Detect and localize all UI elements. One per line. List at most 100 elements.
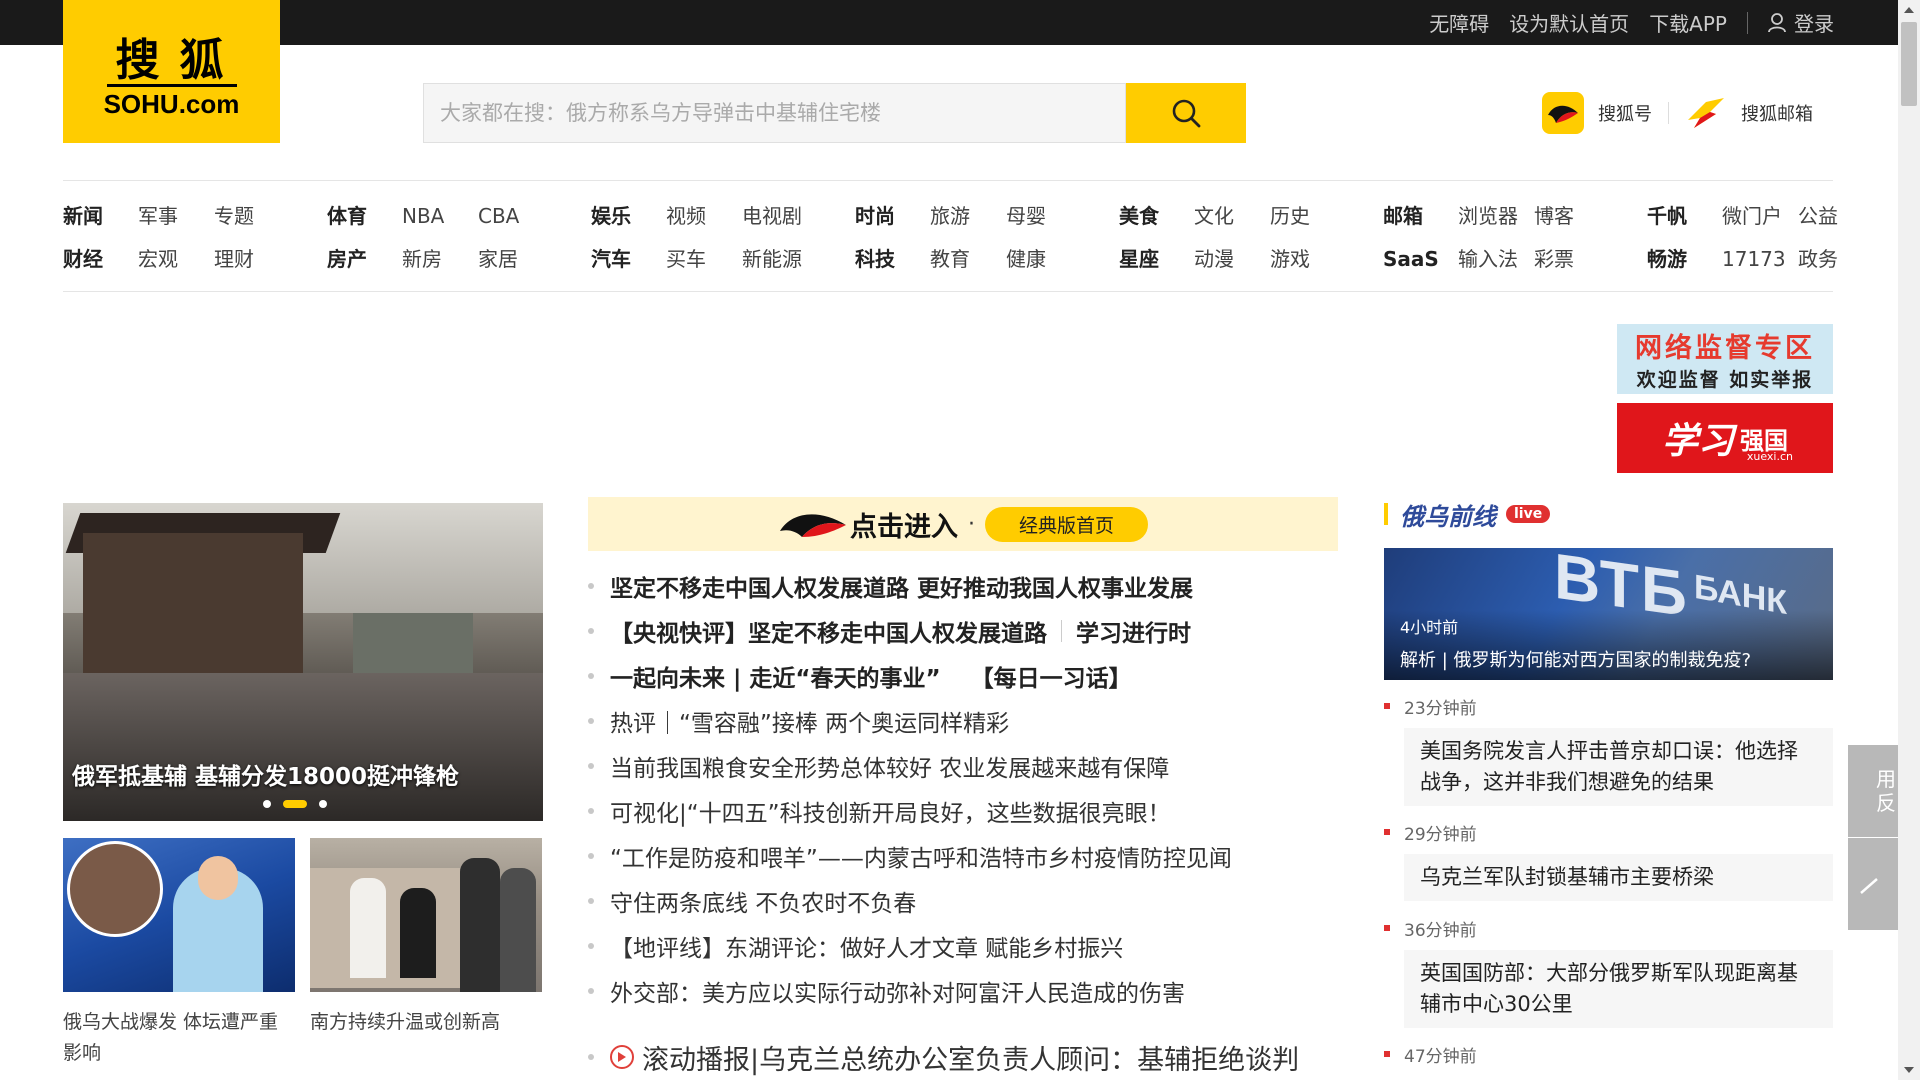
headline-link[interactable]: 热评｜“雪容融”接棒 两个奥运同样精彩: [610, 704, 1009, 738]
headline-link[interactable]: 【地评线】东湖评论：做好人才文章 赋能乡村振兴: [610, 929, 1123, 963]
timeline-card[interactable]: 乌克兰军队封锁基辅市主要桥梁: [1404, 854, 1833, 901]
nav-link[interactable]: 科技: [855, 240, 930, 283]
nav-link[interactable]: 专题: [214, 197, 294, 240]
back-to-top-button[interactable]: [1848, 838, 1898, 930]
nav-link[interactable]: 体育: [327, 197, 402, 240]
rolling-news[interactable]: 滚动播报|乌克兰总统办公室负责人顾问：基辅拒绝谈判: [588, 1035, 1299, 1079]
nav-link[interactable]: 微门户: [1722, 197, 1798, 240]
nav-link[interactable]: 理财: [214, 240, 294, 283]
headline-item: 热评｜“雪容融”接棒 两个奥运同样精彩: [588, 698, 1348, 743]
carousel-dot-active[interactable]: [283, 800, 307, 808]
xuexi-logo-text: 学习: [1661, 420, 1734, 462]
headline-item: 一起向未来 | 走近“春天的事业” 【每日一习话】: [588, 653, 1348, 698]
nav-link[interactable]: 旅游: [930, 197, 1006, 240]
nav-link[interactable]: 时尚: [855, 197, 930, 240]
headline-link[interactable]: 守住两条底线 不负农时不负春: [610, 884, 916, 918]
headline-list: 坚定不移走中国人权发展道路 更好推动我国人权事业发展 【央视快评】坚定不移走中国人…: [588, 563, 1348, 1013]
accessibility-link[interactable]: 无障碍: [1429, 8, 1489, 37]
nav-link[interactable]: 娱乐: [591, 197, 666, 240]
nav-link[interactable]: 电视剧: [742, 197, 822, 240]
headline-link[interactable]: 【每日一习话】: [971, 659, 1132, 693]
sohu-bird-icon: [779, 514, 846, 537]
nav-link[interactable]: 视频: [666, 197, 742, 240]
nav-link[interactable]: 新能源: [742, 240, 822, 283]
nav-link[interactable]: 母婴: [1006, 197, 1086, 240]
nav-link[interactable]: 财经: [63, 240, 138, 283]
logo-cn-text: 搜狐: [115, 34, 244, 86]
live-badge: live: [1506, 505, 1551, 523]
nav-link[interactable]: NBA: [402, 197, 478, 240]
classic-homepage-banner[interactable]: 点击进入 · 经典版首页: [588, 497, 1338, 551]
nav-link[interactable]: 彩票: [1534, 240, 1614, 283]
nav-link[interactable]: 浏览器: [1458, 197, 1534, 240]
classic-homepage-button[interactable]: 经典版首页: [984, 506, 1148, 542]
headline-link[interactable]: 【央视快评】坚定不移走中国人权发展道路: [610, 614, 1047, 648]
thumb-caption-sports[interactable]: 俄乌大战爆发 体坛遭严重影响: [63, 1007, 295, 1069]
nav-link[interactable]: 教育: [930, 240, 1006, 283]
headline-link[interactable]: 学习进行时: [1076, 614, 1191, 648]
nav-link[interactable]: 星座: [1119, 240, 1194, 283]
nav-link[interactable]: 新房: [402, 240, 478, 283]
nav-link[interactable]: 健康: [1006, 240, 1086, 283]
nav-link[interactable]: SaaS: [1383, 240, 1458, 283]
scrollbar-thumb[interactable]: [1901, 22, 1917, 106]
nav-link[interactable]: 邮箱: [1383, 197, 1458, 240]
thumb-image-sports[interactable]: [63, 838, 295, 992]
thumb-image-weather[interactable]: [310, 838, 542, 992]
headline-link[interactable]: 当前我国粮食安全形势总体较好 农业发展越来越有保障: [610, 749, 1169, 783]
scroll-down-arrow-icon[interactable]: [1904, 1067, 1914, 1073]
nav-link[interactable]: 历史: [1270, 197, 1350, 240]
hero-carousel[interactable]: 俄军抵基辅 基辅分发18000挺冲锋枪: [63, 503, 543, 821]
headline-link[interactable]: 外交部：美方应以实际行动弥补对阿富汗人民造成的伤害: [610, 974, 1185, 1008]
side-hero-image[interactable]: ВТБ БАНК 4小时前 解析 | 俄罗斯为何能对西方国家的制裁免疫?: [1384, 548, 1833, 680]
carousel-dot[interactable]: [319, 800, 327, 808]
feedback-label: 用反: [1876, 767, 1896, 815]
login-link[interactable]: 登录: [1768, 8, 1834, 37]
nav-link[interactable]: 宏观: [138, 240, 214, 283]
nav-link[interactable]: 千帆: [1647, 197, 1722, 240]
scroll-up-arrow-icon[interactable]: [1904, 7, 1914, 13]
nav-link[interactable]: 汽车: [591, 240, 666, 283]
net-supervision-ad[interactable]: 网络监督专区 欢迎监督 如实举报: [1617, 324, 1833, 394]
timeline-card[interactable]: 英国国防部：大部分俄罗斯军队现距离基辅市中心30公里: [1404, 950, 1833, 1028]
headline-link[interactable]: 可视化|“十四五”科技创新开局良好，这些数据很亮眼！: [610, 794, 1171, 828]
feedback-button[interactable]: 用反: [1848, 745, 1898, 837]
headline-link[interactable]: 一起向未来 | 走近“春天的事业”: [610, 659, 941, 693]
nav-link[interactable]: CBA: [478, 197, 558, 240]
nav-link[interactable]: 公益: [1798, 197, 1878, 240]
download-app-link[interactable]: 下载APP: [1649, 8, 1727, 37]
nav-link[interactable]: 动漫: [1194, 240, 1270, 283]
search-button[interactable]: [1126, 83, 1246, 143]
timeline-card[interactable]: 美国务院发言人抨击普京却口误：他选择战争，这并非我们想避免的结果: [1404, 728, 1833, 806]
headline-item: “工作是防疫和喂羊”——内蒙古呼和浩特市乡村疫情防控见闻: [588, 833, 1348, 878]
nav-link[interactable]: 美食: [1119, 197, 1194, 240]
set-home-link[interactable]: 设为默认首页: [1509, 8, 1629, 37]
headline-link[interactable]: “工作是防疫和喂羊”——内蒙古呼和浩特市乡村疫情防控见闻: [610, 839, 1232, 873]
nav-link[interactable]: 博客: [1534, 197, 1614, 240]
nav-link[interactable]: 家居: [478, 240, 558, 283]
carousel-dot[interactable]: [263, 800, 271, 808]
sohu-mail-label: 搜狐邮箱: [1741, 104, 1813, 125]
headline-link[interactable]: 坚定不移走中国人权发展道路 更好推动我国人权事业发展: [610, 569, 1193, 603]
banner-title: 点击进入: [849, 511, 958, 543]
search-input[interactable]: [423, 83, 1126, 143]
xuexi-qiangguo-ad[interactable]: 学习 强国 xuexi.cn: [1617, 403, 1833, 473]
nav-link[interactable]: 游戏: [1270, 240, 1350, 283]
nav-link[interactable]: 文化: [1194, 197, 1270, 240]
nav-link[interactable]: 买车: [666, 240, 742, 283]
search-bar: [423, 83, 1246, 143]
nav-link[interactable]: 政务: [1798, 240, 1878, 283]
side-section-title[interactable]: 俄乌前线 live: [1384, 497, 1551, 531]
headline-item: 【地评线】东湖评论：做好人才文章 赋能乡村振兴: [588, 923, 1348, 968]
nav-link[interactable]: 17173: [1722, 240, 1798, 283]
nav-link[interactable]: 新闻: [63, 197, 138, 240]
nav-link[interactable]: 输入法: [1458, 240, 1534, 283]
thumb-caption-weather[interactable]: 南方持续升温或创新高: [310, 1007, 550, 1038]
nav-link[interactable]: 畅游: [1647, 240, 1722, 283]
nav-link[interactable]: 房产: [327, 240, 402, 283]
sohu-logo[interactable]: 搜狐 SOHU.com: [63, 0, 280, 143]
sohu-mail-link[interactable]: 搜狐邮箱: [1685, 92, 1813, 134]
nav-link[interactable]: 军事: [138, 197, 214, 240]
sohu-hao-link[interactable]: 搜狐号: [1542, 92, 1652, 134]
page-scrollbar[interactable]: [1898, 0, 1920, 1080]
